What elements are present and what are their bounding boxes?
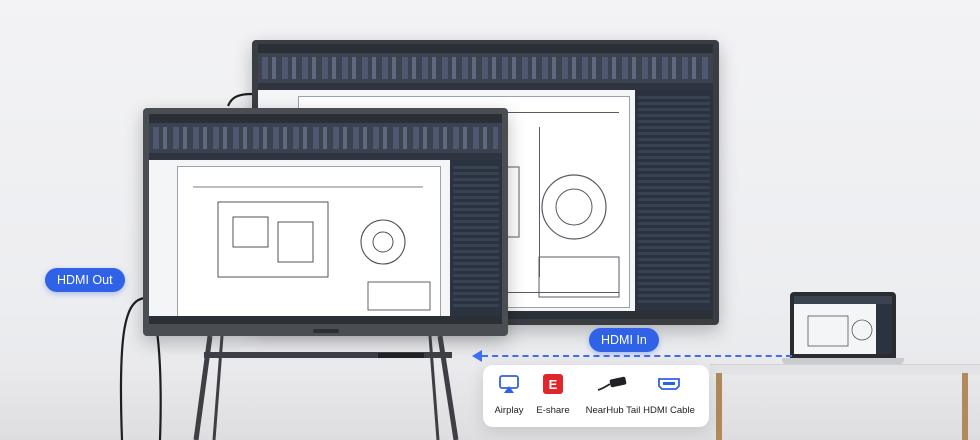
hdmi-in-label: HDMI In xyxy=(589,328,659,352)
airplay-icon xyxy=(499,375,519,393)
option-label: NearHub Tail xyxy=(585,405,641,416)
nearhub-tail-icon xyxy=(597,376,627,391)
laptop-screen xyxy=(794,296,892,354)
input-options-card: Airplay E E-share NearHub Tail HDMI Cabl… xyxy=(483,365,709,427)
option-label: HDMI Cable xyxy=(643,405,695,416)
connection-arrow xyxy=(482,355,792,357)
arrowhead-icon xyxy=(472,350,482,362)
e-share-icon: E xyxy=(543,374,563,394)
laptop-base xyxy=(782,358,904,364)
hdmi-out-label: HDMI Out xyxy=(45,268,125,292)
laptop xyxy=(790,292,896,358)
desk-leg xyxy=(716,373,722,440)
svg-text:E: E xyxy=(549,377,558,392)
hdmi-cable-icon xyxy=(658,378,680,390)
desk-leg xyxy=(962,373,968,440)
desk xyxy=(710,364,980,374)
option-label: E-share xyxy=(536,405,570,416)
